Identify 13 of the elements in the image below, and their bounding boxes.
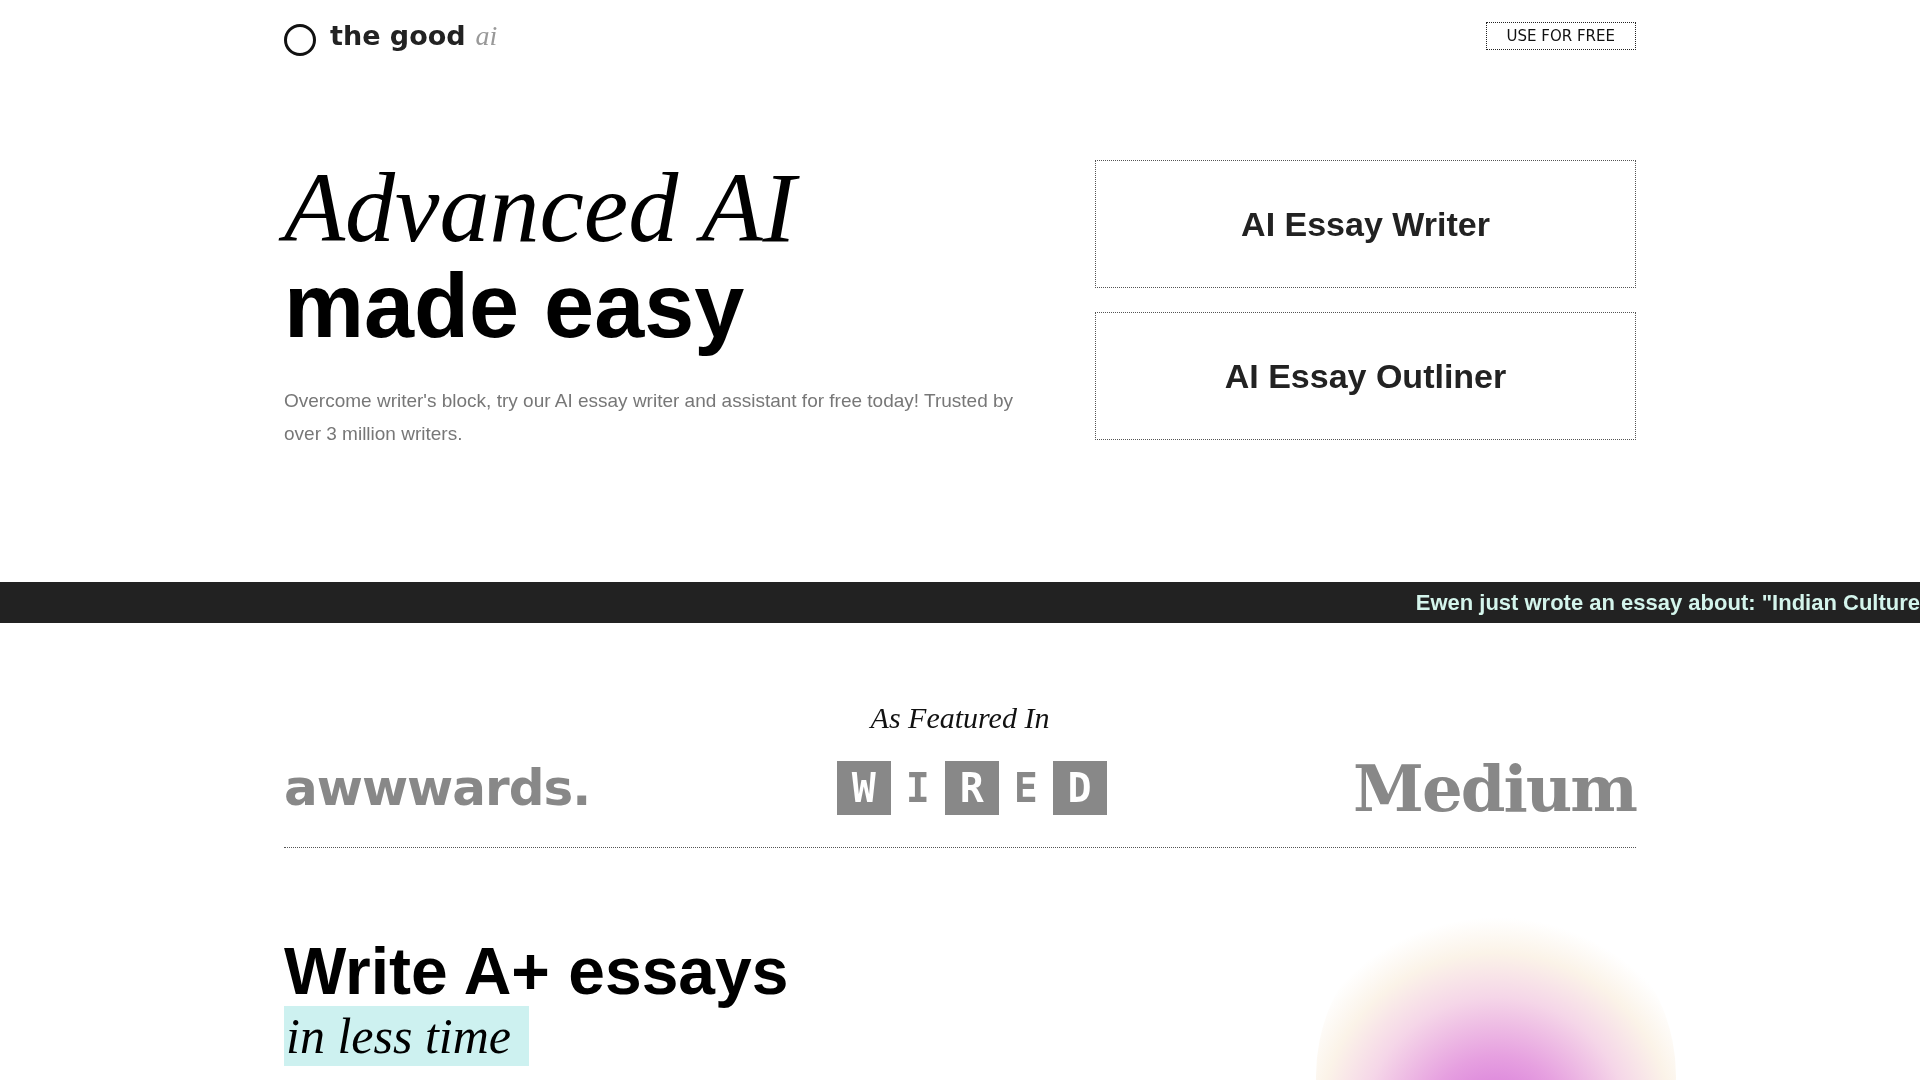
section-title: Write A+ essays (284, 936, 789, 1006)
tool-card-button[interactable]: AI Essay Outliner (1095, 312, 1636, 440)
featured-heading: As Featured In (868, 701, 1051, 735)
highlighted-text: in less time (284, 1006, 529, 1066)
tool-card-button[interactable]: AI Essay Writer (1095, 160, 1636, 288)
logo-text: the good (330, 20, 466, 51)
ticker-text: Ewen just wrote an essay about: "Indian Culture (1415, 589, 1920, 616)
medium-logo: Medium (1353, 750, 1636, 826)
logo-circle-icon (284, 24, 316, 56)
awwwards-logo: awwwards. (284, 759, 591, 817)
logo-accent-text: ai (475, 20, 498, 51)
use-for-free-button[interactable]: USE FOR FREE (1485, 22, 1636, 50)
hero-description: Overcome writer's block, try our AI essay writer and assistant for free today! Trusted by over 3 million writers. (284, 389, 1015, 446)
